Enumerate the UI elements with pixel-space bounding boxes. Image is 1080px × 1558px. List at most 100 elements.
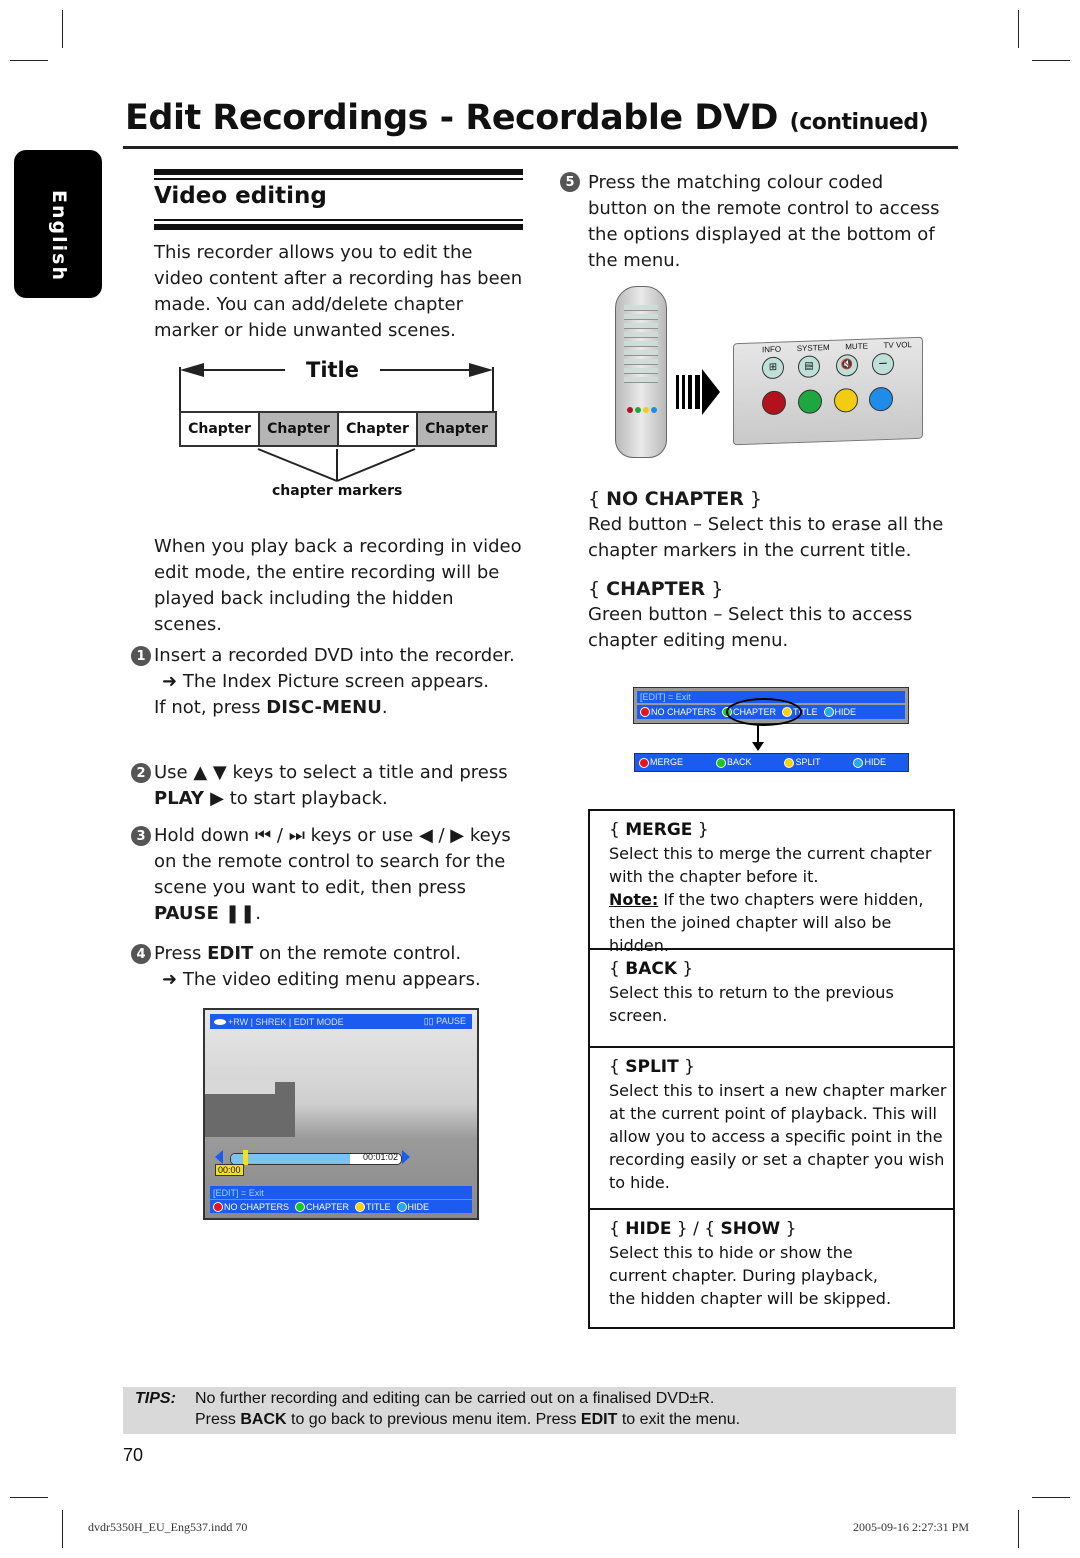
step-text: .: [255, 903, 261, 924]
back-key: BACK: [240, 1411, 287, 1428]
green-dot-icon: [715, 757, 726, 768]
page-title-text: Edit Recordings - Recordable DVD: [125, 98, 778, 138]
menu-option[interactable]: HIDE: [835, 707, 857, 717]
playback-note: When you play back a recording in video …: [154, 536, 522, 635]
arrow-head-left: [180, 363, 204, 377]
menu-sub-option-hide[interactable]: HIDE: [847, 757, 886, 768]
page-title-suffix: (continued): [789, 110, 929, 135]
tv-status-text: PAUSE: [436, 1016, 466, 1026]
step-extra-text: If not, press: [154, 697, 267, 718]
video-edit-screen: +RW | SHREK | EDIT MODE ▯▯ PAUSE 00:01:0…: [203, 1008, 479, 1220]
step-number: 4: [131, 944, 151, 964]
option-name: SPLIT: [625, 1057, 679, 1077]
section-rule: [154, 224, 523, 230]
step-text: Press: [154, 943, 208, 964]
chapter-cell: Chapter: [339, 413, 418, 445]
menu-exit-hint: [EDIT] = Exit: [640, 692, 691, 702]
tips-text: to exit the menu.: [617, 1411, 741, 1428]
down-arrow-icon: [752, 742, 764, 751]
step-text: on the remote control.: [253, 943, 462, 964]
tv-status: ▯▯ PAUSE: [424, 1016, 466, 1027]
tv-option[interactable]: HIDE: [408, 1202, 430, 1212]
chapter-desc: { CHAPTER } Green button – Select this t…: [588, 576, 948, 654]
step-number: 5: [560, 172, 580, 192]
step-result: ➜ The video editing menu appears.: [154, 967, 526, 993]
step-number: 2: [131, 763, 151, 783]
option-heading: { BACK }: [609, 959, 694, 979]
step-extra: If not, press DISC-MENU.: [154, 695, 526, 721]
pointer-arrow-icon: [676, 369, 720, 415]
tips-text: Press: [195, 1411, 241, 1428]
menu-option[interactable]: NO CHAPTERS: [651, 707, 716, 717]
tips-text: to go back to previous menu item. Press: [286, 1411, 581, 1428]
crop-mark: [10, 60, 48, 61]
remote-label: SYSTEM: [796, 342, 830, 354]
marker-line: [257, 448, 338, 482]
blue-button[interactable]: [869, 386, 893, 412]
crop-mark: [1032, 60, 1070, 61]
highlight-ellipse: [726, 698, 802, 726]
chapter-cell: Chapter: [181, 413, 260, 445]
language-tab-label: English: [48, 190, 70, 282]
info-button-icon[interactable]: ⊞: [762, 356, 784, 380]
tv-option[interactable]: CHAPTER: [306, 1202, 349, 1212]
option-name: MERGE: [625, 820, 693, 840]
crop-mark: [1018, 1510, 1019, 1548]
menu-sub-option-back[interactable]: BACK: [710, 757, 752, 768]
time-current: 00:00: [215, 1164, 244, 1176]
section-rule: [154, 219, 523, 221]
step-result: ➜ The Index Picture screen appears.: [154, 669, 526, 695]
red-button[interactable]: [762, 390, 786, 416]
chapter-markers-label: chapter markers: [272, 483, 403, 499]
language-tab: English: [14, 150, 102, 298]
option-heading: { HIDE } / { SHOW }: [609, 1219, 797, 1239]
chapter-cell: Chapter: [418, 413, 495, 445]
green-dot-icon: [295, 1201, 306, 1212]
pause-icon: ▯▯: [423, 1016, 434, 1026]
marker-line: [336, 448, 416, 482]
crop-mark: [62, 1510, 63, 1548]
section-rule: [154, 178, 523, 180]
forward-icon[interactable]: [402, 1150, 410, 1164]
remote-blue-key: [651, 407, 657, 413]
crop-mark: [1032, 1497, 1070, 1498]
disc-icon: [214, 1019, 226, 1026]
page-title: Edit Recordings - Recordable DVD (contin…: [125, 98, 929, 138]
rewind-icon[interactable]: [215, 1150, 223, 1164]
green-button[interactable]: [798, 389, 822, 415]
option-heading: { CHAPTER }: [588, 578, 724, 600]
system-button-icon[interactable]: ▤: [798, 355, 820, 379]
tv-option[interactable]: TITLE: [366, 1202, 391, 1212]
option-name: NO CHAPTER: [606, 488, 744, 510]
menu-sub-option-merge[interactable]: MERGE: [635, 757, 683, 768]
tv-vol-button-icon[interactable]: −: [872, 352, 894, 376]
blue-dot-icon: [853, 757, 864, 768]
down-arrow-line: [757, 724, 759, 744]
remote-closeup: INFO SYSTEM MUTE TV VOL ⊞ ▤ 🔇 −: [733, 336, 923, 446]
page-number: 70: [123, 1445, 144, 1465]
menu-sub-option-split[interactable]: SPLIT: [778, 757, 820, 768]
tips-label: TIPS:: [135, 1390, 176, 1407]
edit-key: EDIT: [207, 943, 254, 964]
tv-top-bar-left: +RW | SHREK | EDIT MODE: [214, 1017, 344, 1027]
step-1: Insert a recorded DVD into the recorder.…: [154, 643, 526, 721]
intro-paragraph: This recorder allows you to edit the vid…: [154, 242, 523, 341]
step-text: Insert a recorded DVD into the recorder.: [154, 645, 515, 666]
chapter-cell: Chapter: [260, 413, 339, 445]
tv-disc-info: +RW | SHREK | EDIT MODE: [228, 1016, 344, 1027]
scene-barn-roof: [205, 1080, 275, 1094]
yellow-dot-icon: [784, 757, 795, 768]
step-number: 1: [131, 646, 151, 666]
option-text: Select this to merge the current chapter…: [609, 844, 932, 886]
arrow-right-icon: ➜: [162, 671, 178, 692]
option-note: Note: If the two chapters were hidden, t…: [609, 888, 953, 957]
play-key: PLAY ▶: [154, 788, 225, 809]
progress-handle[interactable]: [243, 1150, 248, 1165]
note-label: Note:: [609, 890, 659, 909]
tv-option[interactable]: NO CHAPTERS: [224, 1202, 289, 1212]
time-total: 00:01:02: [363, 1152, 399, 1162]
yellow-button[interactable]: [834, 387, 858, 413]
split-box: { SPLIT } Select this to insert a new ch…: [588, 1046, 955, 1210]
mute-button-icon[interactable]: 🔇: [836, 353, 858, 377]
option-heading: { SPLIT }: [609, 1057, 695, 1077]
